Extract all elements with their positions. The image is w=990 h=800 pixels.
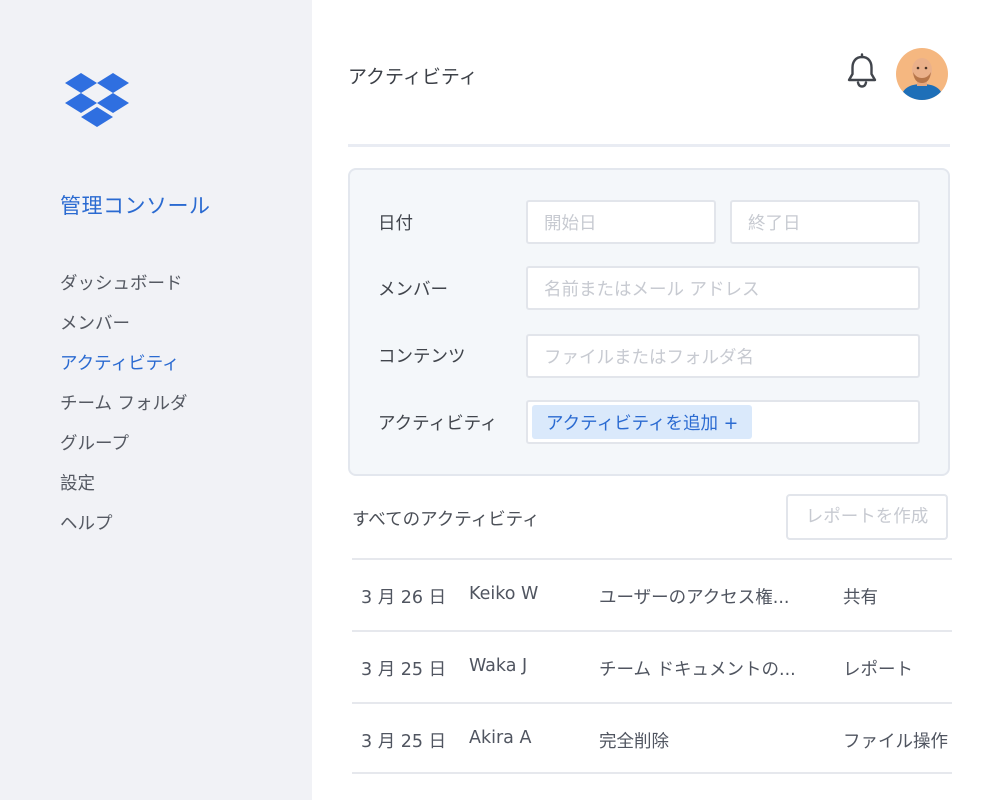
add-activity-button[interactable]: アクティビティを追加 + <box>532 405 753 439</box>
header-divider <box>348 144 950 147</box>
sidebar-item-members[interactable]: メンバー <box>60 312 188 352</box>
row-user: Keiko W <box>469 584 539 604</box>
content-input[interactable]: ファイルまたはフォルダ名 <box>526 334 920 378</box>
row-date: 3 月 25 日 <box>361 732 447 752</box>
dropbox-logo-icon[interactable] <box>64 70 130 130</box>
member-input[interactable]: 名前またはメール アドレス <box>526 266 920 310</box>
sidebar: 管理コンソール ダッシュボード メンバー アクティビティ チーム フォルダ グル… <box>0 0 312 800</box>
content-label: コンテンツ <box>378 347 466 367</box>
start-date-placeholder: 開始日 <box>544 213 597 234</box>
date-label: 日付 <box>378 214 413 234</box>
create-report-button[interactable]: レポートを作成 <box>786 494 948 540</box>
row-type: レポート <box>843 660 913 680</box>
sidebar-item-team-folders[interactable]: チーム フォルダ <box>60 392 188 432</box>
row-user: Waka J <box>469 656 528 676</box>
sidebar-item-settings[interactable]: 設定 <box>60 472 188 512</box>
row-user: Akira A <box>469 728 532 748</box>
row-date: 3 月 25 日 <box>361 660 447 680</box>
sidebar-item-activity[interactable]: アクティビティ <box>60 352 188 392</box>
table-row[interactable]: 3 月 26 日 Keiko W ユーザーのアクセス権... 共有 <box>352 558 952 630</box>
sidebar-item-help[interactable]: ヘルプ <box>60 512 188 552</box>
start-date-input[interactable]: 開始日 <box>526 200 716 244</box>
row-description: ユーザーのアクセス権... <box>599 588 790 608</box>
activity-table: 3 月 26 日 Keiko W ユーザーのアクセス権... 共有 3 月 25… <box>352 558 952 774</box>
bell-icon[interactable] <box>843 52 881 90</box>
row-type: 共有 <box>843 588 878 608</box>
sidebar-item-groups[interactable]: グループ <box>60 432 188 472</box>
all-activity-title: すべてのアクティビティ <box>352 510 540 530</box>
row-date: 3 月 26 日 <box>361 588 447 608</box>
row-description: 完全削除 <box>599 732 669 752</box>
sidebar-nav: ダッシュボード メンバー アクティビティ チーム フォルダ グループ 設定 ヘル… <box>60 272 188 552</box>
content-placeholder: ファイルまたはフォルダ名 <box>544 347 754 368</box>
member-label: メンバー <box>378 280 448 300</box>
sidebar-item-dashboard[interactable]: ダッシュボード <box>60 272 188 312</box>
row-type: ファイル操作 <box>843 732 948 752</box>
activity-label: アクティビティ <box>378 414 498 434</box>
row-description: チーム ドキュメントの... <box>599 660 796 680</box>
page-title: アクティビティ <box>348 66 478 88</box>
console-title: 管理コンソール <box>60 194 211 218</box>
filter-panel: 日付 開始日 終了日 メンバー 名前またはメール アドレス コンテンツ ファイル… <box>348 168 950 476</box>
end-date-placeholder: 終了日 <box>748 213 801 234</box>
activity-input[interactable]: アクティビティを追加 + <box>526 400 920 444</box>
member-placeholder: 名前またはメール アドレス <box>544 279 760 300</box>
table-row[interactable]: 3 月 25 日 Akira A 完全削除 ファイル操作 <box>352 702 952 774</box>
user-avatar[interactable] <box>896 48 948 100</box>
table-row[interactable]: 3 月 25 日 Waka J チーム ドキュメントの... レポート <box>352 630 952 702</box>
end-date-input[interactable]: 終了日 <box>730 200 920 244</box>
